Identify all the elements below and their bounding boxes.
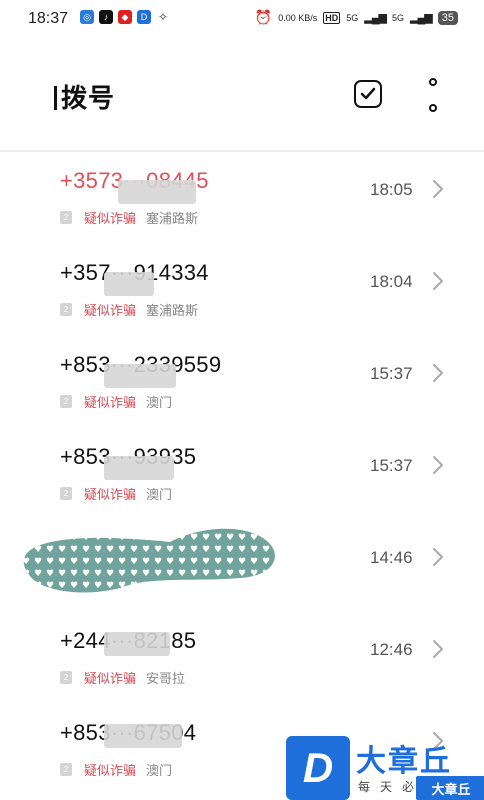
fraud-tag: 疑似诈骗 bbox=[84, 671, 137, 686]
alarm-icon: ⏰ bbox=[254, 9, 273, 25]
shopping-app-icon: ◆ bbox=[118, 10, 132, 24]
fraud-tag: 疑似诈骗 bbox=[84, 487, 137, 502]
page-title-text: 拨号 bbox=[61, 83, 116, 113]
sim-2-icon: 2 bbox=[60, 763, 72, 776]
call-location: 安哥拉 bbox=[146, 671, 186, 686]
hd-icon: HD bbox=[323, 11, 341, 24]
page-header: 拨号 bbox=[0, 60, 484, 132]
call-log-row[interactable]: +853···2339559 2 疑似诈骗 澳门 15:37 bbox=[0, 336, 484, 428]
net-speed: 0.00 KB/s bbox=[278, 12, 318, 23]
fraud-tag: 疑似诈骗 bbox=[84, 211, 137, 226]
redaction-blur bbox=[104, 364, 176, 388]
call-meta: 2 疑似诈骗 塞浦路斯 bbox=[60, 300, 198, 319]
signal-bars-icon: ▂▄▆ bbox=[364, 12, 387, 24]
watermark-small-brand: 大章丘 bbox=[416, 776, 484, 800]
call-log-row[interactable]: +357···914334 2 疑似诈骗 塞浦路斯 18:04 bbox=[0, 244, 484, 336]
call-time: 15:37 bbox=[370, 456, 413, 475]
call-time: 15:37 bbox=[370, 364, 413, 383]
status-bar: 18:37 ◎ ♪ ◆ D ✧ ⏰ 0.00 KB/s HD 5G ▂▄▆ 5G… bbox=[0, 0, 484, 36]
privacy-scribble-overlay: ♥ bbox=[23, 528, 275, 593]
chevron-right-icon[interactable] bbox=[430, 362, 446, 384]
call-location: 澳门 bbox=[146, 763, 173, 778]
title-bar-mark bbox=[54, 86, 57, 110]
call-log-row[interactable]: +853···93935 2 疑似诈骗 澳门 15:37 bbox=[0, 428, 484, 520]
watermark-logo: D 大章丘 每天必看 大章丘 bbox=[286, 736, 484, 800]
sim-2-icon: 2 bbox=[60, 303, 72, 316]
fraud-tag: 疑似诈骗 bbox=[84, 395, 137, 410]
call-location: 塞浦路斯 bbox=[146, 303, 199, 318]
signal-bars-2-icon: ▂▄▆ bbox=[410, 12, 433, 24]
call-log-row[interactable]: +244···82185 2 疑似诈骗 安哥拉 12:46 bbox=[0, 612, 484, 704]
call-meta: 2 疑似诈骗 澳门 bbox=[60, 392, 172, 411]
chevron-right-icon[interactable] bbox=[430, 546, 446, 568]
sim-2-icon: 2 bbox=[60, 395, 72, 408]
signal-1-icon: 5G bbox=[346, 12, 359, 23]
watermark-brand: 大章丘 bbox=[356, 745, 452, 778]
misc-app-icon: ✧ bbox=[156, 10, 170, 24]
call-log-row[interactable]: +3573···08445 2 疑似诈骗 塞浦路斯 18:05 bbox=[0, 152, 484, 244]
sim-2-icon: 2 bbox=[60, 487, 72, 500]
chevron-right-icon[interactable] bbox=[430, 454, 446, 476]
redaction-blur bbox=[104, 724, 182, 748]
app-notification-icon: ◎ bbox=[80, 10, 94, 24]
call-time: 14:46 bbox=[370, 548, 413, 567]
watermark-d-logo: D bbox=[286, 736, 350, 800]
call-meta: 2 疑似诈骗 澳门 bbox=[60, 484, 172, 503]
chevron-right-icon[interactable] bbox=[430, 270, 446, 292]
call-meta: 2 疑似诈骗 安哥拉 bbox=[60, 668, 185, 687]
select-button[interactable] bbox=[354, 80, 382, 108]
call-location: 塞浦路斯 bbox=[146, 211, 199, 226]
sim-2-icon: 2 bbox=[60, 211, 72, 224]
dazhangqiu-app-icon: D bbox=[137, 10, 151, 24]
sim-2-icon: 2 bbox=[60, 671, 72, 684]
chevron-right-icon[interactable] bbox=[430, 178, 446, 200]
page-title: 拨号 bbox=[54, 78, 115, 115]
signal-2-icon: 5G bbox=[392, 12, 405, 23]
dot-icon bbox=[429, 104, 437, 112]
call-time: 12:46 bbox=[370, 640, 413, 659]
redaction-blur bbox=[104, 632, 170, 656]
check-icon bbox=[360, 87, 376, 100]
fraud-tag: 疑似诈骗 bbox=[84, 763, 137, 778]
tiktok-icon: ♪ bbox=[99, 10, 113, 24]
call-time: 18:05 bbox=[370, 180, 413, 199]
dot-icon bbox=[429, 78, 437, 86]
call-meta: 2 疑似诈骗 澳门 bbox=[60, 760, 172, 779]
more-options-button[interactable] bbox=[424, 78, 442, 112]
call-meta: 2 疑似诈骗 塞浦路斯 bbox=[60, 208, 198, 227]
battery-icon: 35 bbox=[437, 10, 458, 25]
fraud-tag: 疑似诈骗 bbox=[84, 303, 137, 318]
status-time: 18:37 bbox=[28, 10, 69, 27]
call-location: 澳门 bbox=[146, 487, 173, 502]
call-location: 澳门 bbox=[146, 395, 173, 410]
redaction-blur bbox=[104, 272, 154, 296]
call-time: 18:04 bbox=[370, 272, 413, 291]
status-app-icons: ◎ ♪ ◆ D ✧ bbox=[80, 10, 170, 24]
chevron-right-icon[interactable] bbox=[430, 638, 446, 660]
redaction-blur bbox=[104, 456, 174, 480]
status-right: ⏰ 0.00 KB/s HD 5G ▂▄▆ 5G ▂▄▆ 35 bbox=[255, 9, 458, 26]
redaction-blur bbox=[118, 180, 196, 204]
